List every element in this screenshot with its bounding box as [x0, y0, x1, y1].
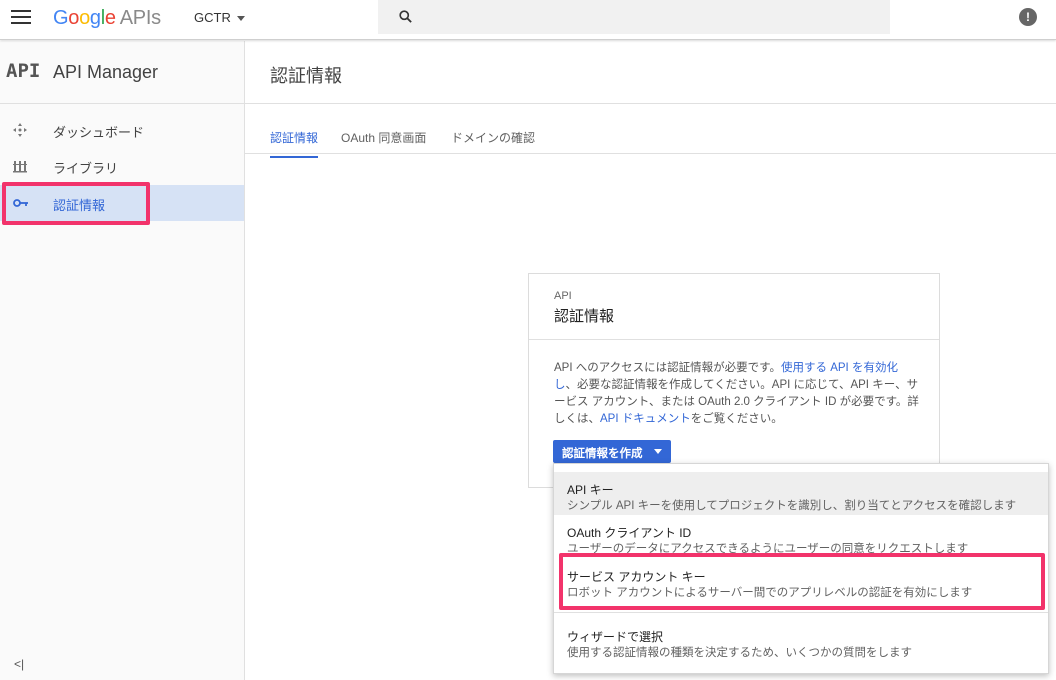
card-title: 認証情報 — [554, 308, 615, 325]
menu-item-description: ユーザーのデータにアクセスできるようにユーザーの同意をリクエストします — [567, 543, 969, 555]
tab-domain-verification[interactable]: ドメインの確認 — [451, 129, 535, 156]
top-bar: Google APIs GCTR ! — [0, 0, 1056, 40]
main-header: 認証情報 — [245, 41, 1056, 104]
sidebar-item-dashboard[interactable]: ダッシュボード — [0, 112, 244, 148]
api-docs-link[interactable]: API ドキュメント — [600, 413, 691, 425]
menu-item-title: API キー — [567, 483, 614, 497]
sidebar-item-library[interactable]: ライブラリ — [0, 148, 244, 184]
sidebar: API API Manager ダッシュボード ライブラリ 認証情報 <| — [0, 41, 245, 680]
key-icon — [12, 195, 30, 211]
search-bar[interactable] — [378, 0, 890, 34]
sidebar-item-credentials[interactable]: 認証情報 — [0, 185, 244, 221]
menu-item-title: ウィザードで選択 — [567, 630, 664, 644]
page-title: 認証情報 — [270, 66, 342, 86]
google-apis-logo[interactable]: Google APIs — [53, 7, 161, 30]
menu-item-description: シンプル API キーを使用してプロジェクトを識別し、割り当てとアクセスを確認し… — [567, 500, 1017, 512]
card-description: API へのアクセスには認証情報が必要です。使用する API を有効化し、必要な… — [554, 362, 919, 425]
card-subtitle: API — [554, 290, 572, 302]
sidebar-title: API Manager — [53, 62, 159, 82]
menu-item-wizard[interactable]: ウィザードで選択 使用する認証情報の種類を決定するため、いくつかの質問をします — [554, 619, 1048, 662]
menu-item-api-key[interactable]: API キー シンプル API キーを使用してプロジェクトを識別し、割り当てとア… — [554, 472, 1048, 515]
menu-item-description: ロボット アカウントによるサーバー間でのアプリレベルの認証を有効にします — [567, 587, 973, 599]
sidebar-item-label: 認証情報 — [53, 198, 106, 213]
menu-icon[interactable] — [11, 10, 31, 26]
tab-oauth-consent[interactable]: OAuth 同意画面 — [341, 129, 426, 156]
menu-item-title: OAuth クライアント ID — [567, 526, 692, 540]
sidebar-item-label: ダッシュボード — [53, 125, 145, 140]
tab-bar: 認証情報 OAuth 同意画面 ドメインの確認 — [245, 120, 1056, 158]
move-icon — [12, 122, 30, 138]
menu-divider — [554, 612, 1048, 613]
menu-item-oauth-client-id[interactable]: OAuth クライアント ID ユーザーのデータにアクセスできるようにユーザーの… — [554, 515, 1048, 558]
caret-down-icon — [236, 16, 245, 22]
menu-item-title: サービス アカウント キー — [567, 570, 706, 584]
sidebar-header: API API Manager — [0, 41, 244, 104]
create-credentials-menu: API キー シンプル API キーを使用してプロジェクトを識別し、割り当てとア… — [553, 463, 1049, 674]
api-logo: API — [6, 60, 41, 82]
feedback-icon[interactable]: ! — [1019, 8, 1037, 26]
collapse-sidebar-icon[interactable]: <| — [14, 657, 24, 671]
card-header: API 認証情報 — [529, 274, 939, 340]
project-name: GCTR — [194, 10, 231, 25]
menu-item-description: 使用する認証情報の種類を決定するため、いくつかの質問をします — [567, 647, 912, 659]
library-icon — [12, 158, 30, 174]
caret-down-icon — [654, 449, 662, 454]
search-icon — [399, 10, 412, 23]
project-selector[interactable]: GCTR — [194, 10, 245, 25]
create-credentials-button[interactable]: 認証情報を作成 — [553, 440, 671, 463]
create-credentials-label: 認証情報を作成 — [562, 448, 643, 460]
tab-credentials[interactable]: 認証情報 — [270, 129, 319, 158]
menu-item-service-account-key[interactable]: サービス アカウント キー ロボット アカウントによるサーバー間でのアプリレベル… — [554, 559, 1048, 602]
sidebar-item-label: ライブラリ — [53, 161, 119, 176]
